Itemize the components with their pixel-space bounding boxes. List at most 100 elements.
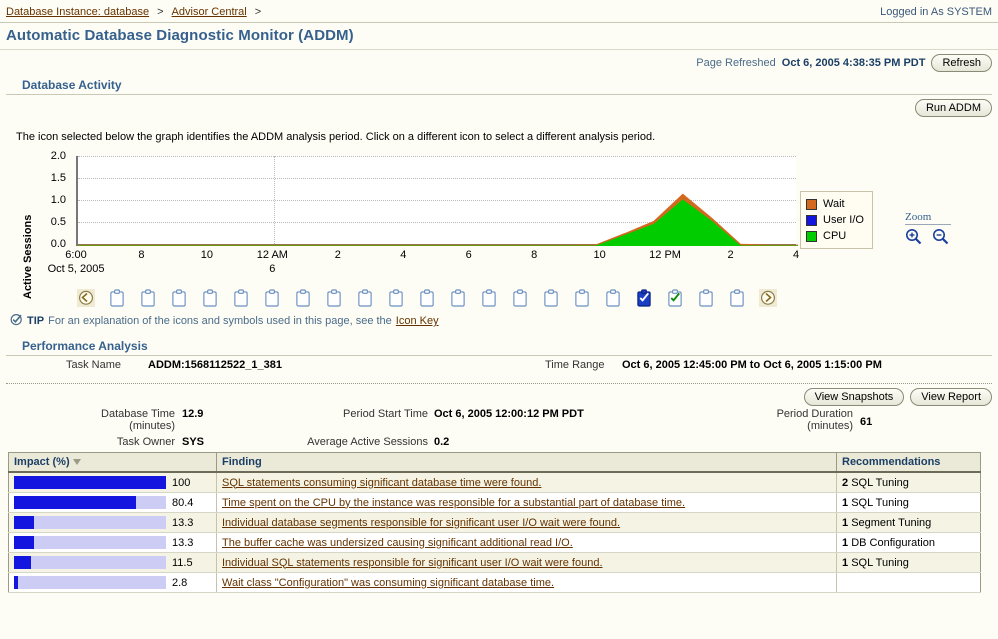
time-range-value: Oct 6, 2005 12:45:00 PM to Oct 6, 2005 1… xyxy=(622,359,882,371)
recommendations-cell: 2 SQL Tuning xyxy=(837,472,981,493)
icon-key-link[interactable]: Icon Key xyxy=(396,315,439,327)
snapshot-icon[interactable] xyxy=(132,289,163,307)
breadcrumb-item-advisor-central[interactable]: Advisor Central xyxy=(172,6,247,18)
snapshot-icon[interactable] xyxy=(411,289,442,307)
impact-bar-track xyxy=(14,496,166,509)
x-tick: 6 xyxy=(466,249,472,261)
snapshot-icon[interactable] xyxy=(194,289,225,307)
legend-item-wait: Wait xyxy=(806,196,864,212)
y-tick: 0.0 xyxy=(36,239,66,249)
snapshot-analyzed-icon[interactable] xyxy=(659,289,690,307)
snapshot-icon[interactable] xyxy=(225,289,256,307)
recommendation-count: 1 xyxy=(842,517,848,529)
chart-plot-area xyxy=(76,156,796,246)
snapshot-icon[interactable] xyxy=(566,289,597,307)
period-duration-label: Period Duration (minutes) xyxy=(690,408,853,432)
snapshot-icon[interactable] xyxy=(597,289,628,307)
next-period-icon[interactable] xyxy=(752,289,783,307)
impact-bar-track xyxy=(14,476,166,489)
impact-value: 13.3 xyxy=(172,517,193,529)
database-activity-heading: Database Activity xyxy=(6,72,992,94)
finding-link[interactable]: SQL statements consuming significant dat… xyxy=(222,477,541,489)
impact-value: 2.8 xyxy=(172,577,187,589)
impact-bar-fill xyxy=(14,476,166,489)
snapshot-icon[interactable] xyxy=(690,289,721,307)
refresh-button[interactable]: Refresh xyxy=(931,54,992,72)
recommendation-type: SQL Tuning xyxy=(851,497,909,509)
snapshot-icon[interactable] xyxy=(163,289,194,307)
zoom-out-icon[interactable] xyxy=(932,228,949,248)
impact-bar-fill xyxy=(14,576,18,589)
breadcrumb-item-database-instance[interactable]: Database Instance: database xyxy=(6,6,149,18)
recommendation-count: 2 xyxy=(842,477,848,489)
impact-value: 13.3 xyxy=(172,537,193,549)
column-header-recommendations[interactable]: Recommendations xyxy=(837,453,981,473)
finding-cell: Wait class "Configuration" was consuming… xyxy=(217,573,837,593)
impact-bar-track xyxy=(14,536,166,549)
page-refreshed-label: Page Refreshed xyxy=(696,57,776,69)
y-tick: 2.0 xyxy=(36,151,66,161)
snapshot-icon[interactable] xyxy=(535,289,566,307)
x-tick: 8 xyxy=(531,249,537,261)
finding-cell: Individual SQL statements responsible fo… xyxy=(217,553,837,573)
recommendation-count: 1 xyxy=(842,557,848,569)
snapshot-icon[interactable] xyxy=(380,289,411,307)
sort-descending-icon[interactable] xyxy=(73,459,81,465)
period-duration-value: 61 xyxy=(860,416,872,428)
database-activity-intro: The icon selected below the graph identi… xyxy=(0,121,998,143)
snapshot-icon[interactable] xyxy=(473,289,504,307)
top-bar: Database Instance: database > Advisor Ce… xyxy=(0,0,998,20)
previous-period-icon[interactable] xyxy=(70,289,101,307)
view-snapshots-button[interactable]: View Snapshots xyxy=(804,388,905,406)
snapshot-icon-strip xyxy=(70,287,998,309)
tip-row: TIP For an explanation of the icons and … xyxy=(0,309,998,329)
snapshot-icon[interactable] xyxy=(287,289,318,307)
snapshot-icon[interactable] xyxy=(101,289,132,307)
impact-value: 11.5 xyxy=(172,557,193,569)
summary-button-row: View Snapshots View Report xyxy=(804,388,992,406)
logged-in-as: Logged in As SYSTEM xyxy=(880,6,992,18)
finding-link[interactable]: Individual SQL statements responsible fo… xyxy=(222,557,603,569)
x-tick: 2 xyxy=(335,249,341,261)
zoom-label: Zoom xyxy=(905,211,951,225)
chart-series-svg xyxy=(78,156,798,246)
impact-bar-fill xyxy=(14,536,34,549)
legend-label-cpu: CPU xyxy=(823,230,846,242)
finding-link[interactable]: Wait class "Configuration" was consuming… xyxy=(222,577,554,589)
legend-item-cpu: CPU xyxy=(806,228,864,244)
impact-cell: 100 xyxy=(9,472,217,493)
run-addm-button[interactable]: Run ADDM xyxy=(915,99,992,117)
tip-icon xyxy=(10,313,23,329)
snapshot-icon[interactable] xyxy=(256,289,287,307)
zoom-in-icon[interactable] xyxy=(905,228,922,248)
page-refresh-row: Page Refreshed Oct 6, 2005 4:38:35 PM PD… xyxy=(0,50,998,72)
findings-header-row: Impact (%) Finding Recommendations xyxy=(9,453,981,473)
snapshot-icon[interactable] xyxy=(349,289,380,307)
period-duration-label-line2: (minutes) xyxy=(690,420,853,432)
section-divider xyxy=(6,355,992,356)
chart-series-cpu xyxy=(78,200,798,246)
snapshot-icon[interactable] xyxy=(442,289,473,307)
zoom-icon-row xyxy=(905,228,951,248)
recommendation-type: SQL Tuning xyxy=(851,557,909,569)
column-header-impact[interactable]: Impact (%) xyxy=(9,453,217,473)
run-addm-row: Run ADDM xyxy=(0,95,998,121)
finding-link[interactable]: Individual database segments responsible… xyxy=(222,517,620,529)
impact-cell: 2.8 xyxy=(9,573,217,593)
view-report-button[interactable]: View Report xyxy=(910,388,992,406)
column-header-finding[interactable]: Finding xyxy=(217,453,837,473)
finding-link[interactable]: Time spent on the CPU by the instance wa… xyxy=(222,497,685,509)
table-row: 13.3 The buffer cache was undersized caus… xyxy=(9,533,981,553)
page-title: Automatic Database Diagnostic Monitor (A… xyxy=(6,27,998,44)
snapshot-icon[interactable] xyxy=(318,289,349,307)
finding-cell: Individual database segments responsible… xyxy=(217,513,837,533)
zoom-controls: Zoom xyxy=(905,211,951,248)
snapshot-icon[interactable] xyxy=(721,289,752,307)
findings-table: Impact (%) Finding Recommendations 100 SQ… xyxy=(8,452,981,593)
x-tick: 12 PM xyxy=(649,249,681,261)
snapshot-icon[interactable] xyxy=(504,289,535,307)
task-name-label: Task Name xyxy=(66,359,121,371)
snapshot-selected-icon[interactable] xyxy=(628,289,659,307)
finding-link[interactable]: The buffer cache was undersized causing … xyxy=(222,537,573,549)
table-row: 80.4Time spent on the CPU by the instanc… xyxy=(9,493,981,513)
